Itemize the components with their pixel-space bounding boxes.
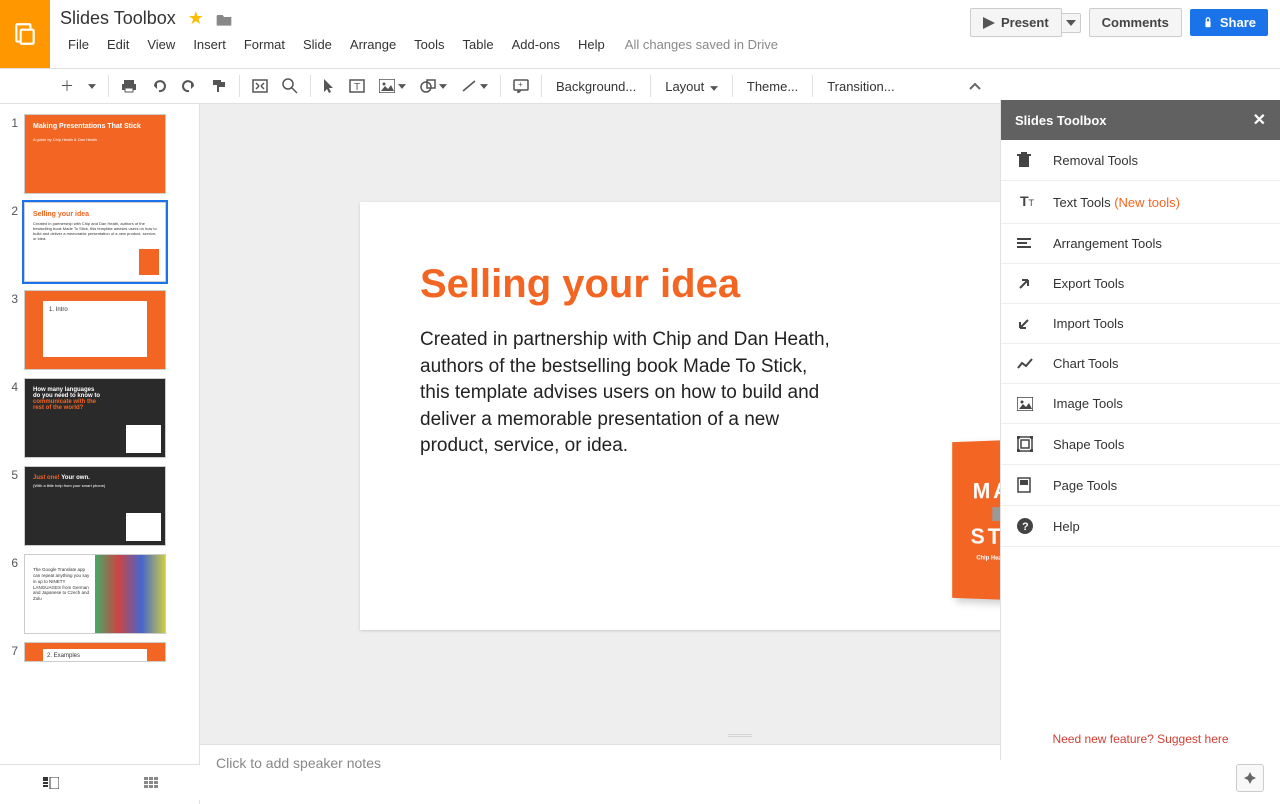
align-icon <box>1017 238 1037 250</box>
book-mini-icon <box>139 249 159 275</box>
thumb-5[interactable]: Just one! Your own. (With a little help … <box>24 466 166 546</box>
text-icon: TT <box>1017 193 1037 211</box>
close-icon[interactable]: ✕ <box>1253 110 1266 130</box>
sidebar-item-export[interactable]: Export Tools <box>1001 264 1280 304</box>
filmstrip-view-icon[interactable] <box>43 777 59 789</box>
menu-table[interactable]: Table <box>455 33 502 56</box>
sidebar-item-removal[interactable]: Removal Tools <box>1001 140 1280 181</box>
trash-icon <box>1017 152 1037 168</box>
sidebar-item-arrangement[interactable]: Arrangement Tools <box>1001 224 1280 264</box>
menu-view[interactable]: View <box>139 33 183 56</box>
sidebar-item-help[interactable]: ? Help <box>1001 506 1280 547</box>
thumb-7[interactable]: 2. Examples <box>24 642 166 662</box>
shape-tool[interactable] <box>414 75 453 97</box>
comments-button[interactable]: Comments <box>1089 8 1182 37</box>
doc-title[interactable]: Slides Toolbox <box>60 8 176 29</box>
svg-text:?: ? <box>1022 521 1029 533</box>
sidebar-item-import[interactable]: Import Tools <box>1001 304 1280 344</box>
suggest-link[interactable]: Need new feature? Suggest here <box>1052 732 1228 746</box>
shape-icon <box>1017 436 1037 452</box>
folder-icon[interactable] <box>216 12 232 26</box>
line-tool[interactable] <box>455 75 494 97</box>
slide-heading[interactable]: Selling your idea <box>420 262 1060 307</box>
background-button[interactable]: Background... <box>548 75 644 98</box>
present-button[interactable]: Present <box>970 8 1062 37</box>
star-icon[interactable]: ★ <box>188 8 204 29</box>
image-icon <box>1017 397 1037 411</box>
thumb-6[interactable]: The Google Translate app can repeat anyt… <box>24 554 166 634</box>
theme-button[interactable]: Theme... <box>739 75 806 98</box>
thumb-1[interactable]: Making Presentations That Stick A guide … <box>24 114 166 194</box>
zoom-fit-button[interactable] <box>246 75 274 97</box>
slides-logo[interactable] <box>0 0 50 68</box>
redo-button[interactable] <box>175 75 203 97</box>
thumb-4[interactable]: How many languages do you need to know t… <box>24 378 166 458</box>
menu-addons[interactable]: Add-ons <box>504 33 568 56</box>
print-button[interactable] <box>115 74 143 98</box>
addon-sidebar: Slides Toolbox ✕ Removal Tools TT Text T… <box>1000 100 1280 760</box>
thumb-2[interactable]: Selling your idea Created in partnership… <box>24 202 166 282</box>
import-icon <box>1017 317 1037 331</box>
undo-button[interactable] <box>145 75 173 97</box>
menu-format[interactable]: Format <box>236 33 293 56</box>
sidebar-item-image[interactable]: Image Tools <box>1001 384 1280 424</box>
svg-text:T: T <box>354 82 360 93</box>
thumb-3[interactable]: 1. Intro <box>24 290 166 370</box>
thumb-num: 4 <box>4 378 18 458</box>
export-icon <box>1017 277 1037 291</box>
comment-tool[interactable]: + <box>507 75 535 97</box>
new-slide-dropdown[interactable] <box>82 80 102 93</box>
save-status: All changes saved in Drive <box>625 37 778 52</box>
menu-tools[interactable]: Tools <box>406 33 452 56</box>
layout-button[interactable]: Layout <box>657 75 726 98</box>
menu-edit[interactable]: Edit <box>99 33 137 56</box>
share-label: Share <box>1220 15 1256 30</box>
new-slide-button[interactable]: ＋ <box>54 72 80 100</box>
thumb-num: 1 <box>4 114 18 194</box>
menu-bar: File Edit View Insert Format Slide Arran… <box>60 33 970 56</box>
zoom-button[interactable] <box>276 74 304 98</box>
paint-format-button[interactable] <box>205 74 233 98</box>
sidebar-item-text[interactable]: TT Text Tools (New tools) <box>1001 181 1280 224</box>
present-label: Present <box>1001 15 1049 30</box>
sidebar-item-page[interactable]: Page Tools <box>1001 465 1280 506</box>
menu-slide[interactable]: Slide <box>295 33 340 56</box>
menu-arrange[interactable]: Arrange <box>342 33 404 56</box>
share-button[interactable]: Share <box>1190 9 1268 36</box>
present-dropdown[interactable] <box>1061 13 1081 33</box>
svg-text:+: + <box>518 80 523 89</box>
chart-icon <box>1017 358 1037 370</box>
page-icon <box>1017 477 1037 493</box>
image-tool[interactable] <box>373 75 412 97</box>
menu-help[interactable]: Help <box>570 33 613 56</box>
slide-panel[interactable]: 1 Making Presentations That Stick A guid… <box>0 104 200 804</box>
sidebar-item-shape[interactable]: Shape Tools <box>1001 424 1280 465</box>
notes-placeholder: Click to add speaker notes <box>216 755 381 771</box>
toolbar: ＋ T + Background... Layout Theme... Tran… <box>0 68 1280 104</box>
sidebar-title: Slides Toolbox <box>1015 113 1107 128</box>
explore-button[interactable] <box>1236 764 1264 792</box>
thumb-num: 5 <box>4 466 18 546</box>
slide-body[interactable]: Created in partnership with Chip and Dan… <box>420 327 840 460</box>
thumb-num: 3 <box>4 290 18 370</box>
menu-file[interactable]: File <box>60 33 97 56</box>
textbox-tool[interactable]: T <box>343 75 371 97</box>
view-switch <box>0 764 200 800</box>
thumb-num: 2 <box>4 202 18 282</box>
collapse-toolbar-icon[interactable] <box>959 78 991 94</box>
thumb-num: 7 <box>4 642 18 662</box>
menu-insert[interactable]: Insert <box>185 33 234 56</box>
transition-button[interactable]: Transition... <box>819 75 902 98</box>
grid-view-icon[interactable] <box>144 777 158 789</box>
thumb-num: 6 <box>4 554 18 634</box>
select-tool[interactable] <box>317 74 341 98</box>
sidebar-item-chart[interactable]: Chart Tools <box>1001 344 1280 384</box>
help-icon: ? <box>1017 518 1037 534</box>
